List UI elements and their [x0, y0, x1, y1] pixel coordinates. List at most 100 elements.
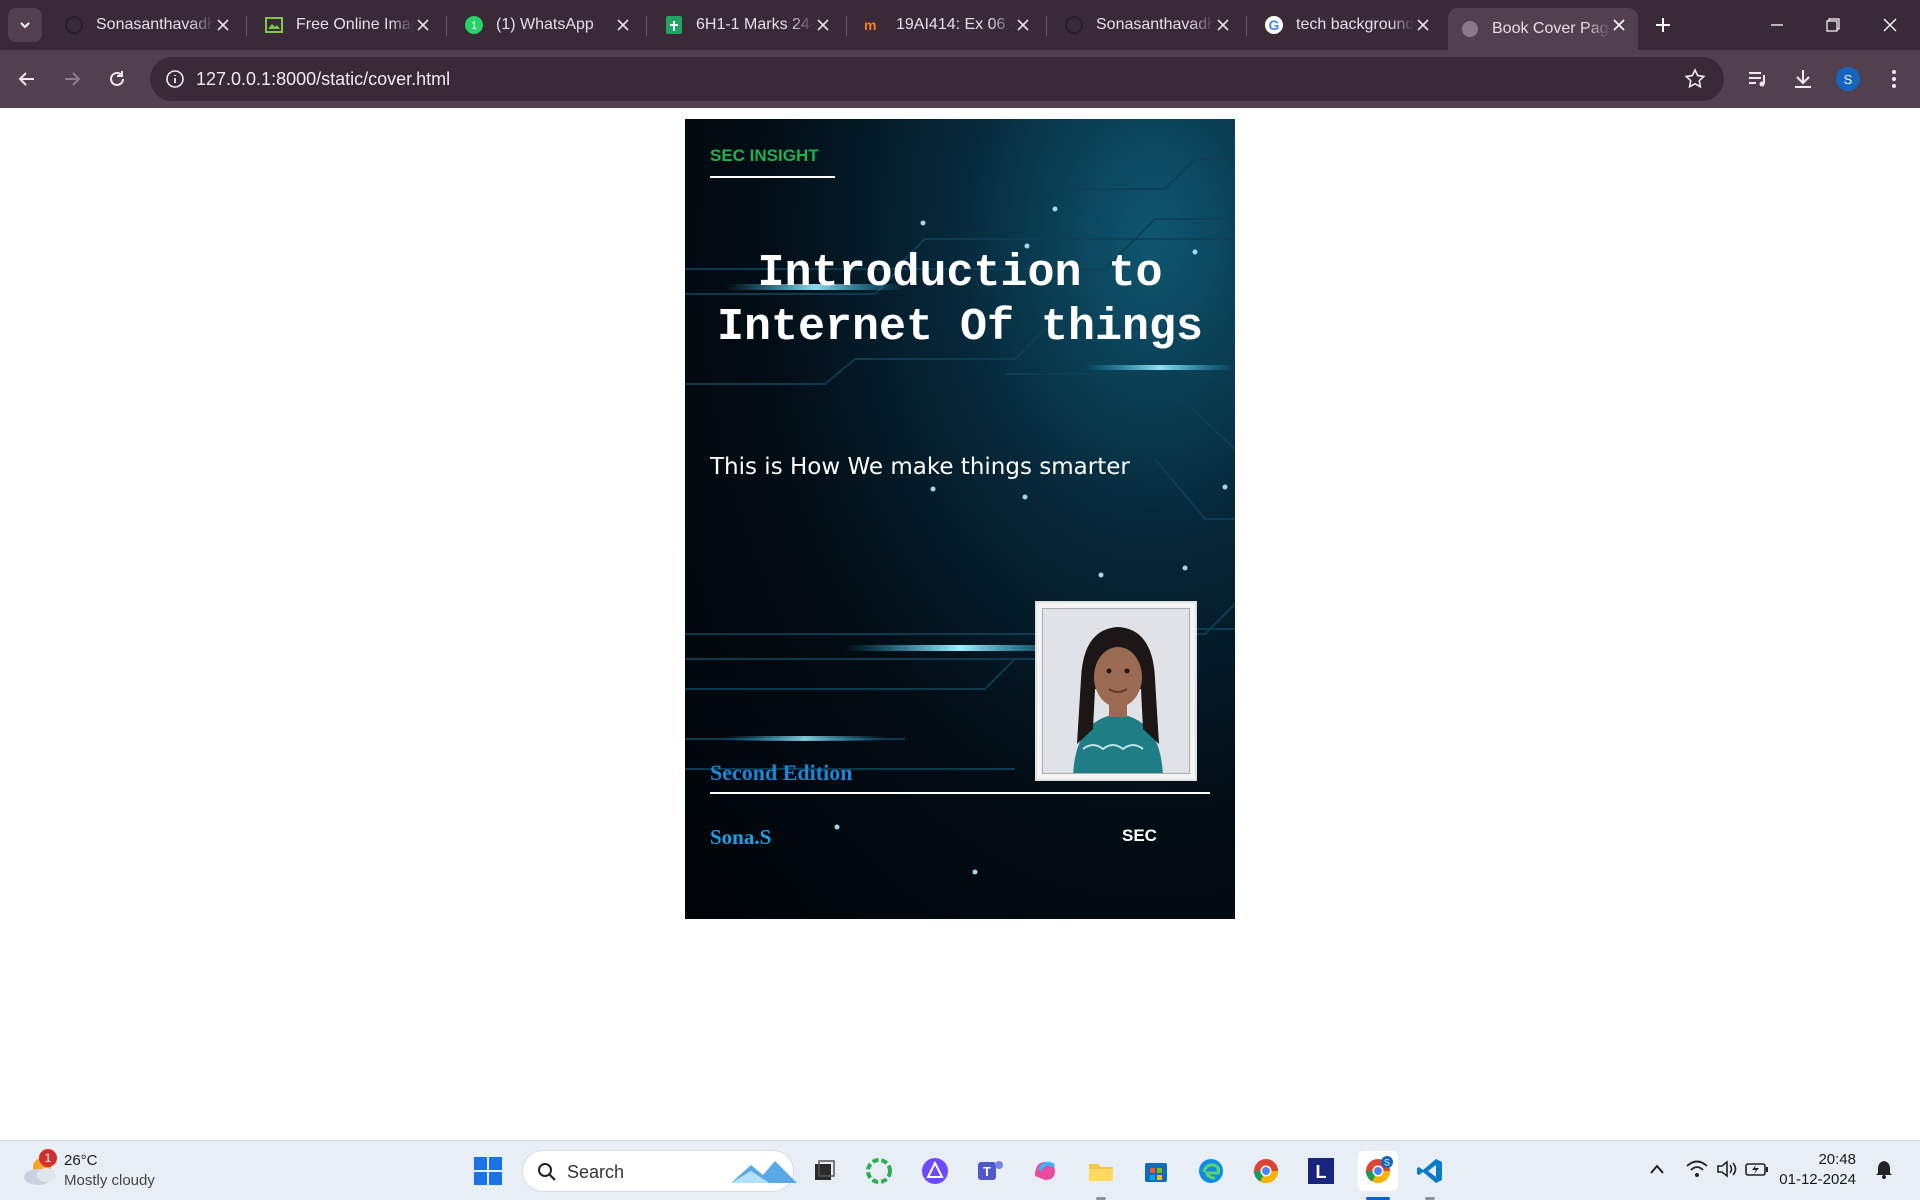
- light-streak: [725, 736, 885, 741]
- battery-status[interactable]: [1745, 1157, 1769, 1181]
- notification-badge: 1: [39, 1149, 57, 1167]
- tab-title: Sonasanthavadhana: [1096, 16, 1214, 33]
- book-title: Introduction to Internet Of things: [716, 248, 1204, 353]
- tab-title: (1) WhatsApp: [496, 16, 594, 33]
- tab-google[interactable]: G tech background: [1252, 8, 1442, 42]
- close-icon[interactable]: [614, 16, 632, 34]
- chrome-profile-icon: S: [1366, 1156, 1393, 1184]
- close-icon: [1883, 18, 1897, 32]
- tab-image-editor[interactable]: Free Online Image Editor: [252, 8, 442, 42]
- author-portrait-image: [1043, 609, 1189, 773]
- search-highlight-icon: [731, 1161, 797, 1183]
- restore-icon: [1826, 18, 1840, 32]
- taskbar-app-ring[interactable]: [861, 1153, 897, 1189]
- tab-book-cover[interactable]: Book Cover Page: [1448, 8, 1638, 50]
- weather-widget[interactable]: 1 26°C Mostly cloudy: [20, 1149, 180, 1193]
- close-icon[interactable]: [814, 16, 832, 34]
- github-icon: [64, 15, 84, 35]
- download-icon: [1795, 70, 1811, 88]
- new-tab-button[interactable]: [1650, 12, 1676, 38]
- weather-condition: Mostly cloudy: [64, 1172, 155, 1189]
- page-content: SEC INSIGHT Introduction to Internet Of …: [0, 108, 1920, 1140]
- taskbar-app-teams[interactable]: T: [972, 1153, 1008, 1189]
- brand-label: SEC INSIGHT: [710, 146, 819, 165]
- tab-separator: [646, 16, 647, 36]
- tab-title: tech background: [1296, 16, 1414, 33]
- edge-icon: [1199, 1159, 1223, 1183]
- taskbar-app-vscode[interactable]: [1412, 1153, 1448, 1189]
- media-controls-button[interactable]: [1744, 65, 1772, 93]
- tab-separator: [246, 16, 247, 36]
- tab-github-2[interactable]: Sonasanthavadhana: [1052, 8, 1242, 42]
- taskbar-app-file-explorer[interactable]: [1083, 1153, 1119, 1189]
- tab-title: 6H1-1 Marks 24-25: [696, 16, 814, 33]
- windows-start-icon: [474, 1157, 502, 1185]
- author-name: Sona.S: [710, 825, 772, 849]
- tab-sheets[interactable]: 6H1-1 Marks 24-25: [652, 8, 842, 42]
- svg-text:G: G: [1269, 17, 1280, 33]
- task-view-icon: [815, 1160, 835, 1180]
- back-button[interactable]: [10, 62, 44, 96]
- tab-title: Free Online Image Editor: [296, 16, 414, 33]
- address-bar[interactable]: 127.0.0.1:8000/static/cover.html: [150, 57, 1724, 101]
- image-editor-icon: [264, 15, 284, 35]
- chevron-up-icon: [1650, 1164, 1664, 1174]
- close-window-button[interactable]: [1870, 8, 1910, 42]
- taskbar-app-chrome-profile[interactable]: S: [1358, 1151, 1398, 1191]
- kebab-menu-icon: [1892, 70, 1896, 88]
- taskbar-app-proton[interactable]: [917, 1153, 953, 1189]
- close-icon[interactable]: [214, 16, 232, 34]
- close-icon[interactable]: [1414, 16, 1432, 34]
- whatsapp-icon: 1: [464, 15, 484, 35]
- url-text[interactable]: 127.0.0.1:8000/static/cover.html: [196, 69, 450, 90]
- tab-moodle[interactable]: m 19AI414: Ex 06 -: [852, 8, 1042, 42]
- tab-strip: Sonasanthavadhana Free Online Image Edit…: [0, 0, 1920, 50]
- search-icon: [538, 1163, 556, 1181]
- restore-button[interactable]: [1813, 8, 1853, 42]
- system-clock[interactable]: 20:48 01-12-2024: [1776, 1150, 1856, 1190]
- close-icon[interactable]: [1610, 16, 1628, 34]
- taskbar-app-l[interactable]: L: [1303, 1153, 1339, 1189]
- speaker-icon: [1717, 1160, 1737, 1178]
- teams-icon: T: [978, 1161, 1003, 1180]
- close-icon[interactable]: [1214, 16, 1232, 34]
- downloads-button[interactable]: [1789, 65, 1817, 93]
- minimize-button[interactable]: [1757, 8, 1797, 42]
- tab-github-1[interactable]: Sonasanthavadhana: [52, 8, 242, 42]
- tab-title: 19AI414: Ex 06 -: [896, 16, 1014, 33]
- notifications-button[interactable]: [1872, 1157, 1896, 1181]
- close-icon[interactable]: [414, 16, 432, 34]
- bookmark-star-icon[interactable]: [1684, 68, 1706, 90]
- copilot-icon: [1035, 1161, 1056, 1180]
- site-info-icon[interactable]: [164, 68, 186, 90]
- tab-separator: [1246, 16, 1247, 36]
- weather-temp: 26°C: [64, 1152, 98, 1169]
- close-icon[interactable]: [1014, 16, 1032, 34]
- taskbar-app-edge[interactable]: [1193, 1153, 1229, 1189]
- tab-separator: [446, 16, 447, 36]
- tab-search-button[interactable]: [8, 8, 42, 42]
- book-cover: SEC INSIGHT Introduction to Internet Of …: [685, 119, 1235, 919]
- reload-button[interactable]: [100, 62, 134, 96]
- volume-status[interactable]: [1715, 1157, 1739, 1181]
- battery-charging-icon: [1745, 1163, 1768, 1176]
- tab-separator: [1046, 16, 1047, 36]
- taskbar-app-copilot[interactable]: [1027, 1153, 1063, 1189]
- book-subtitle: This is How We make things smarter: [710, 454, 1130, 480]
- taskbar-search[interactable]: Search: [522, 1150, 797, 1192]
- plus-icon: [1656, 18, 1670, 32]
- forward-button[interactable]: [55, 62, 89, 96]
- sheets-icon: [664, 15, 684, 35]
- menu-button[interactable]: [1880, 65, 1908, 93]
- task-view-button[interactable]: [806, 1153, 842, 1189]
- tab-title: Sonasanthavadhana: [96, 16, 214, 33]
- tab-whatsapp[interactable]: 1 (1) WhatsApp: [452, 8, 642, 42]
- taskbar-app-store[interactable]: [1138, 1153, 1174, 1189]
- wifi-status[interactable]: [1685, 1157, 1709, 1181]
- svg-text:T: T: [983, 1164, 991, 1179]
- start-button[interactable]: [470, 1153, 506, 1189]
- profile-avatar[interactable]: S: [1836, 67, 1860, 91]
- chrome-icon: [1254, 1159, 1278, 1184]
- taskbar-app-chrome[interactable]: [1248, 1153, 1284, 1189]
- show-hidden-icons-button[interactable]: [1645, 1157, 1669, 1181]
